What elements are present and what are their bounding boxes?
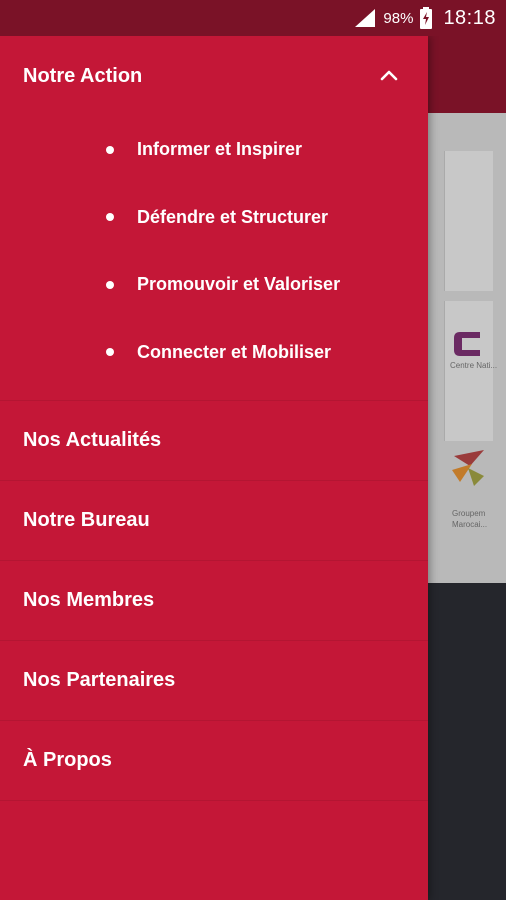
menu-item-label: À Propos bbox=[23, 749, 112, 771]
partner-logo-star-icon bbox=[452, 450, 484, 486]
bullet-icon bbox=[106, 213, 114, 222]
bullet-icon bbox=[106, 280, 114, 289]
sub-menu-item-informer[interactable]: Informer et Inspirer bbox=[0, 116, 428, 184]
background-card bbox=[444, 301, 493, 441]
battery-percent: 98% bbox=[383, 9, 414, 27]
signal-icon bbox=[355, 9, 376, 27]
battery-charging-icon bbox=[420, 7, 433, 29]
partner-logo-icon bbox=[454, 332, 480, 356]
background-card bbox=[444, 151, 493, 291]
clock: 18:18 bbox=[443, 6, 496, 29]
status-indicators: 98% 18:18 bbox=[353, 0, 496, 36]
sub-menu-list: Informer et Inspirer Défendre et Structu… bbox=[0, 116, 428, 401]
bullet-icon bbox=[106, 145, 114, 154]
sub-menu-label: Connecter et Mobiliser bbox=[137, 341, 332, 362]
sub-menu-item-defendre[interactable]: Défendre et Structurer bbox=[0, 184, 428, 252]
navigation-drawer: Notre Action Informer et Inspirer Défend… bbox=[0, 36, 428, 900]
status-bar: 98% 18:18 bbox=[0, 0, 506, 36]
sub-menu-label: Défendre et Structurer bbox=[137, 206, 329, 227]
sub-menu-label: Informer et Inspirer bbox=[137, 139, 303, 160]
sub-menu-label: Promouvoir et Valoriser bbox=[137, 274, 341, 295]
menu-item-label: Nos Actualités bbox=[23, 429, 162, 451]
menu-item-label: Nos Partenaires bbox=[23, 669, 176, 691]
menu-item-label: Notre Bureau bbox=[23, 509, 150, 531]
background-card-text: Groupem bbox=[452, 509, 486, 518]
menu-item-actualites[interactable]: Nos Actualités bbox=[0, 401, 428, 481]
section-title: Notre Action bbox=[23, 64, 143, 87]
sub-menu-item-connecter[interactable]: Connecter et Mobiliser bbox=[0, 319, 428, 387]
section-header-notre-action[interactable]: Notre Action bbox=[0, 36, 428, 116]
chevron-up-icon[interactable] bbox=[380, 66, 398, 84]
menu-item-a-propos[interactable]: À Propos bbox=[0, 721, 428, 801]
bullet-icon bbox=[106, 348, 114, 357]
background-card-text: Centre Nati... bbox=[450, 361, 498, 370]
menu-item-membres[interactable]: Nos Membres bbox=[0, 561, 428, 641]
sub-menu-item-promouvoir[interactable]: Promouvoir et Valoriser bbox=[0, 251, 428, 319]
menu-item-bureau[interactable]: Notre Bureau bbox=[0, 481, 428, 561]
menu-item-label: Nos Membres bbox=[23, 589, 155, 611]
background-card-text: Marocai... bbox=[452, 520, 488, 529]
menu-item-partenaires[interactable]: Nos Partenaires bbox=[0, 641, 428, 721]
